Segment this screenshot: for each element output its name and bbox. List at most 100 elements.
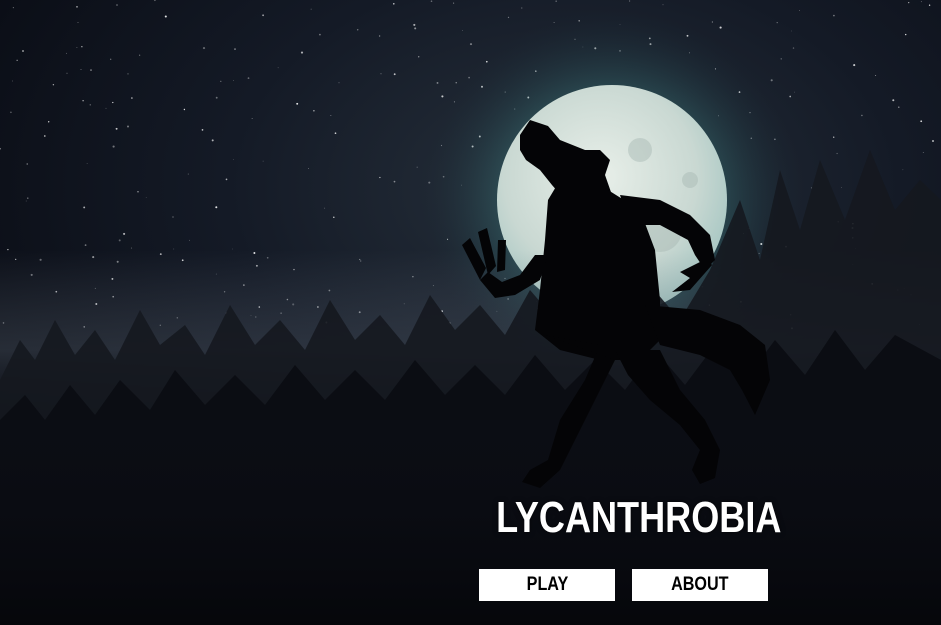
star <box>928 4 931 6</box>
star <box>790 30 792 32</box>
star <box>833 136 835 138</box>
star <box>920 120 923 123</box>
star <box>86 162 88 164</box>
star <box>84 244 87 246</box>
star <box>922 152 924 153</box>
star <box>416 166 418 168</box>
star <box>308 168 309 169</box>
star <box>12 80 14 82</box>
star <box>81 46 83 48</box>
star <box>300 51 304 54</box>
star <box>12 7 14 9</box>
star <box>462 30 463 32</box>
star <box>215 96 218 99</box>
star <box>418 56 420 58</box>
star <box>80 69 82 70</box>
star <box>76 6 78 8</box>
star <box>436 81 439 84</box>
star <box>441 95 444 98</box>
star <box>333 216 335 218</box>
star <box>123 232 126 235</box>
star <box>262 160 264 162</box>
star <box>145 197 147 198</box>
star <box>211 139 214 142</box>
star <box>105 107 107 109</box>
star <box>173 248 175 250</box>
star <box>853 64 856 67</box>
star <box>810 187 812 189</box>
play-button[interactable]: PLAY <box>479 569 615 601</box>
star <box>110 58 112 60</box>
star <box>711 21 714 23</box>
about-button-label: ABOUT <box>671 574 729 595</box>
star <box>183 108 186 111</box>
night-forest-background <box>0 0 941 625</box>
star <box>202 47 206 50</box>
star <box>16 59 18 61</box>
star <box>662 4 664 6</box>
star <box>469 43 473 46</box>
star <box>892 99 895 102</box>
star <box>118 239 121 242</box>
star <box>378 35 381 37</box>
star <box>770 79 773 82</box>
star <box>629 0 631 2</box>
star <box>719 26 722 29</box>
star <box>776 21 778 24</box>
star <box>247 77 250 79</box>
star <box>131 97 133 99</box>
star <box>780 58 782 60</box>
star <box>43 135 46 137</box>
star <box>836 152 838 155</box>
star <box>920 1 922 3</box>
star <box>902 169 904 171</box>
star <box>908 1 910 4</box>
star <box>112 145 115 148</box>
star <box>833 14 835 17</box>
star <box>507 16 510 19</box>
star <box>66 72 68 74</box>
about-button[interactable]: ABOUT <box>632 569 768 601</box>
star <box>338 82 340 84</box>
star <box>789 95 792 98</box>
star <box>310 8 312 10</box>
star <box>164 15 167 18</box>
star <box>251 118 253 119</box>
star <box>234 48 236 50</box>
star <box>48 121 50 123</box>
star <box>77 22 79 24</box>
star <box>83 206 86 209</box>
star <box>356 29 359 31</box>
ground-shadow <box>0 420 941 625</box>
star <box>455 82 457 84</box>
star <box>875 74 877 77</box>
star <box>10 111 12 114</box>
star <box>127 73 129 75</box>
star <box>792 47 795 49</box>
star <box>393 3 395 5</box>
star <box>277 67 279 69</box>
star <box>112 101 114 104</box>
star <box>26 163 28 165</box>
star <box>521 7 523 9</box>
star <box>66 52 67 54</box>
star <box>25 200 27 202</box>
star <box>861 114 863 117</box>
star <box>52 84 55 86</box>
star <box>187 173 189 175</box>
star <box>231 248 233 250</box>
star <box>393 180 396 183</box>
star <box>841 187 842 188</box>
star <box>430 0 433 2</box>
star <box>90 69 92 72</box>
star <box>393 73 396 76</box>
star <box>262 14 265 17</box>
star <box>137 191 139 193</box>
star <box>232 80 234 81</box>
star <box>324 207 326 209</box>
star <box>232 159 234 160</box>
star <box>931 139 935 143</box>
star <box>22 50 24 52</box>
star <box>380 73 382 75</box>
star <box>225 178 228 181</box>
